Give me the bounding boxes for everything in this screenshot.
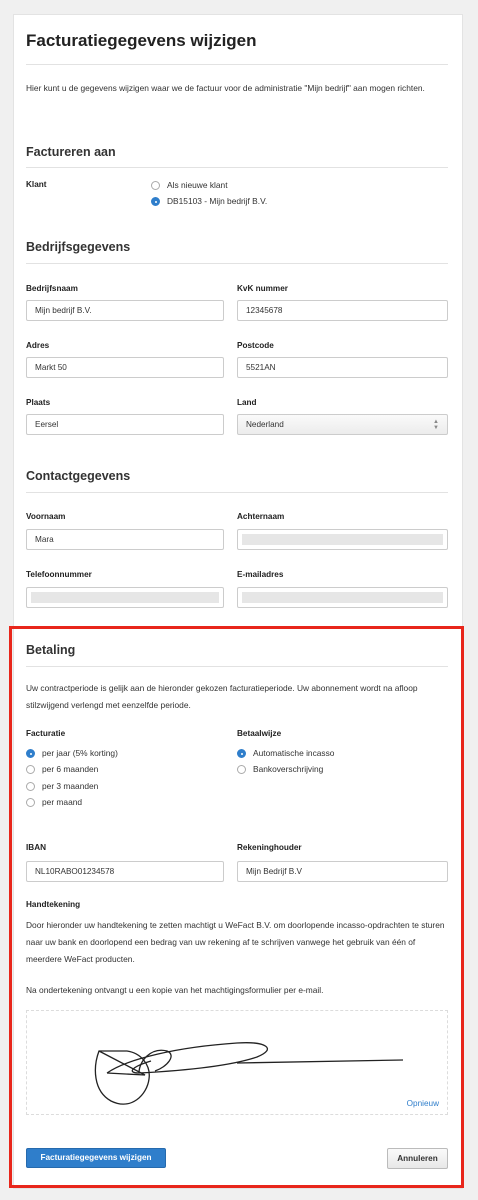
section-divider	[26, 167, 448, 168]
bedrijfsnaam-input[interactable]: Mijn bedrijf B.V.	[26, 300, 224, 321]
redacted-value	[242, 592, 443, 603]
land-label: Land	[237, 398, 257, 407]
achternaam-input[interactable]	[237, 529, 448, 550]
postcode-label: Postcode	[237, 341, 274, 350]
kvk-label: KvK nummer	[237, 284, 288, 293]
page-title: Facturatiegegevens wijzigen	[26, 31, 257, 50]
select-arrows-icon: ▲ ▼	[433, 419, 439, 431]
telefoon-label: Telefoonnummer	[26, 570, 92, 579]
plaats-input[interactable]: Eersel	[26, 414, 224, 435]
section-heading-bedrijf: Bedrijfsgegevens	[26, 240, 131, 254]
voornaam-label: Voornaam	[26, 512, 66, 521]
postcode-input[interactable]: 5521AN	[237, 357, 448, 378]
voornaam-input[interactable]: Mara	[26, 529, 224, 550]
section-divider	[26, 492, 448, 493]
achternaam-label: Achternaam	[237, 512, 285, 521]
title-divider	[26, 64, 448, 65]
adres-label: Adres	[26, 341, 50, 350]
email-label: E-mailadres	[237, 570, 284, 579]
plaats-label: Plaats	[26, 398, 51, 407]
land-select[interactable]: Nederland ▲ ▼	[237, 414, 448, 435]
telefoon-input[interactable]	[26, 587, 224, 608]
redacted-value	[242, 534, 443, 545]
bedrijfsnaam-label: Bedrijfsnaam	[26, 284, 78, 293]
intro-text: Hier kunt u de gegevens wijzigen waar we…	[26, 83, 425, 93]
redacted-value	[31, 592, 219, 603]
klant-label: Klant	[26, 180, 47, 189]
section-divider	[26, 263, 448, 264]
land-value: Nederland	[246, 420, 284, 429]
radio-icon	[151, 181, 160, 190]
highlight-box	[9, 626, 464, 1188]
email-input[interactable]	[237, 587, 448, 608]
radio-checked-icon	[151, 197, 160, 206]
section-heading-contact: Contactgegevens	[26, 469, 131, 483]
kvk-input[interactable]: 12345678	[237, 300, 448, 321]
section-heading-factureren: Factureren aan	[26, 145, 116, 159]
adres-input[interactable]: Markt 50	[26, 357, 224, 378]
